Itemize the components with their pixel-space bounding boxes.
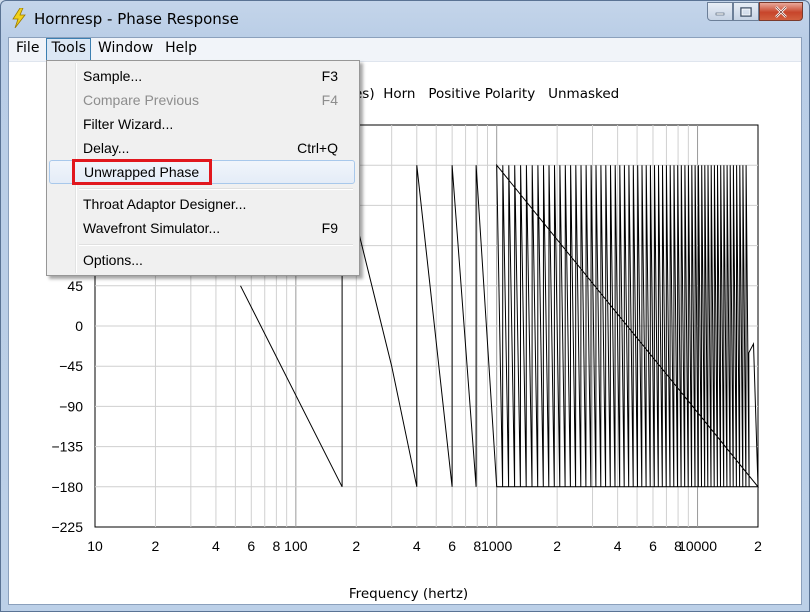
- menu-window[interactable]: Window: [93, 38, 158, 61]
- title-bar[interactable]: Hornresp - Phase Response: [1, 1, 809, 37]
- menu-item-label: Options...: [83, 252, 143, 268]
- x-tick-label: 6: [247, 538, 255, 554]
- menu-item-label: Compare Previous: [83, 92, 199, 108]
- highlight-annotation-box: [72, 159, 212, 185]
- x-tick-label: 2: [553, 538, 561, 554]
- menu-item-shortcut: Ctrl+Q: [297, 140, 338, 156]
- menu-separator: [79, 244, 353, 246]
- y-tick-label: −225: [51, 519, 83, 535]
- menu-item-label: Sample...: [83, 68, 143, 84]
- window-title: Hornresp - Phase Response: [34, 10, 239, 28]
- y-tick-label: −45: [59, 358, 83, 374]
- y-tick-label: −180: [51, 479, 83, 495]
- x-tick-label: 4: [413, 538, 421, 554]
- close-icon: [775, 5, 787, 18]
- menu-item-label: Wavefront Simulator...: [83, 220, 221, 236]
- x-tick-label: 6: [649, 538, 657, 554]
- chart-header-mask: Unmasked: [548, 86, 620, 102]
- x-tick-label: 100: [284, 538, 308, 554]
- menu-item-shortcut: F9: [321, 220, 338, 236]
- menu-item-delay[interactable]: Delay... Ctrl+Q: [49, 137, 355, 159]
- x-tick-label: 2: [152, 538, 160, 554]
- close-button[interactable]: [759, 2, 803, 21]
- maximize-icon: [740, 6, 752, 17]
- x-tick-label: 10000: [678, 538, 717, 554]
- x-tick-label: 1000: [481, 538, 512, 554]
- maximize-button[interactable]: [733, 2, 759, 21]
- chart-header-mode: Horn: [383, 86, 416, 102]
- chart-header: es) Horn Positive Polarity Unmasked: [354, 86, 619, 102]
- chart-header-polarity: Positive Polarity: [428, 86, 536, 102]
- menu-item-sample[interactable]: Sample... F3: [49, 65, 355, 87]
- menu-item-options[interactable]: Options...: [49, 249, 355, 271]
- menu-item-label: Delay...: [83, 140, 130, 156]
- menu-tools[interactable]: Tools: [46, 38, 91, 61]
- x-axis-label: Frequency (hertz): [349, 586, 468, 602]
- menu-item-filter-wizard[interactable]: Filter Wizard...: [49, 113, 355, 135]
- lightning-bolt-icon: [12, 8, 26, 28]
- x-tick-label: 2: [754, 538, 762, 554]
- x-tick-label: 8: [272, 538, 280, 554]
- menu-item-label: Filter Wizard...: [83, 116, 174, 132]
- minimize-icon: [715, 12, 725, 15]
- menu-separator: [79, 188, 353, 190]
- menu-item-throat-adaptor-designer[interactable]: Throat Adaptor Designer...: [49, 193, 355, 215]
- menu-item-shortcut: F3: [321, 68, 338, 84]
- main-window: Hornresp - Phase Response File Tools Win…: [0, 0, 810, 612]
- menu-help[interactable]: Help: [160, 38, 202, 61]
- x-tick-label: 10: [87, 538, 103, 554]
- menu-bar: File Tools Window Help: [9, 38, 801, 62]
- minimize-button[interactable]: [707, 2, 733, 21]
- y-tick-label: 45: [67, 278, 83, 294]
- y-tick-label: 0: [75, 318, 83, 334]
- menu-item-shortcut: F4: [321, 92, 338, 108]
- x-tick-label: 4: [614, 538, 622, 554]
- menu-file[interactable]: File: [11, 38, 44, 61]
- x-tick-label: 2: [352, 538, 360, 554]
- y-tick-label: −90: [59, 398, 83, 414]
- y-tick-label: −135: [51, 439, 83, 455]
- x-tick-label: 4: [212, 538, 220, 554]
- menu-item-label: Throat Adaptor Designer...: [83, 196, 247, 212]
- window-controls: [707, 2, 803, 22]
- menu-item-wavefront-simulator[interactable]: Wavefront Simulator... F9: [49, 217, 355, 239]
- menu-item-compare-previous: Compare Previous F4: [49, 89, 355, 111]
- x-tick-label: 6: [448, 538, 456, 554]
